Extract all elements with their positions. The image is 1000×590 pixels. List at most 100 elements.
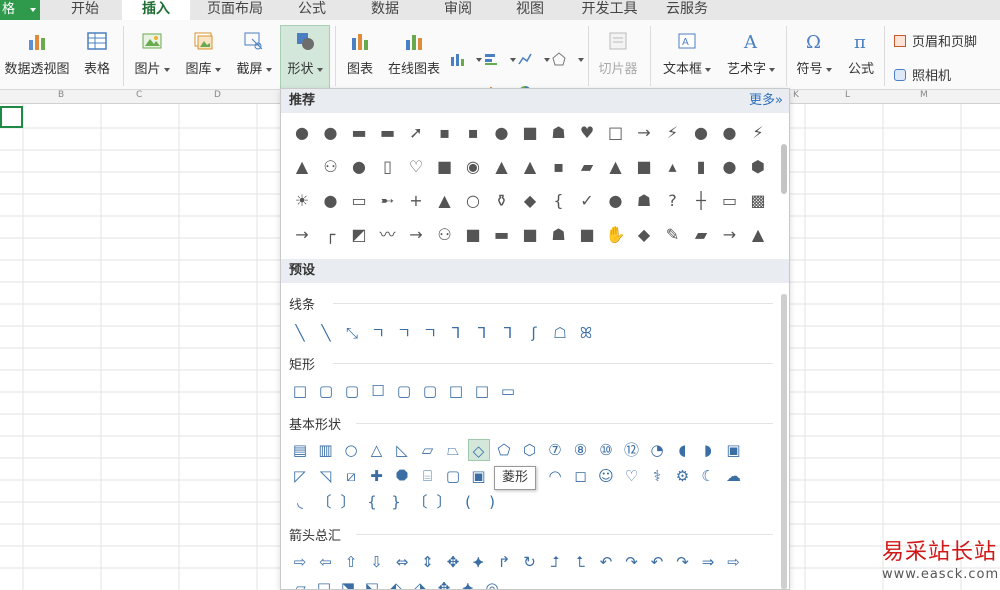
recommended-shape[interactable]: ☗ [548,123,570,143]
preset-shape[interactable]: 〕 [337,491,359,513]
preset-shape[interactable]: 〔 [313,491,335,513]
preset-shape[interactable]: ⇔ [391,551,413,573]
tab-cloud[interactable]: 云服务 [652,0,722,20]
preset-shape[interactable]: ◟ [289,491,311,513]
column-header-l[interactable]: L [845,90,850,100]
preset-shape[interactable]: ⯌ [457,577,479,589]
recommended-shape[interactable]: ● [690,123,712,143]
preset-shape[interactable]: { [361,491,383,513]
recommended-shape[interactable]: ■ [519,225,541,245]
recommended-shape[interactable]: ▲ [491,157,513,177]
preset-shape[interactable]: △ [366,439,388,461]
recommended-shape[interactable]: ▯ [377,157,399,177]
recommended-shape[interactable]: ◩ [348,225,370,245]
recommended-shape[interactable]: ➸ [377,191,399,211]
recommended-shape[interactable]: ▭ [348,191,370,211]
more-link[interactable]: 更多» [749,89,783,113]
preset-shape[interactable]: ⬗ [409,577,431,589]
preset-shape[interactable]: ▢ [419,380,441,402]
recommended-shape[interactable]: ▪ [462,123,484,143]
preset-shape[interactable]: ╲ [289,322,311,344]
diamond-shape-button[interactable]: ◇ [467,439,490,461]
recommended-shape[interactable]: ■ [519,123,541,143]
recommended-shape[interactable]: ▲ [434,191,456,211]
gallery-button[interactable]: 图库 [180,28,226,86]
recommended-shape[interactable]: ▪ [434,123,456,143]
tab-developer[interactable]: 开发工具 [572,0,647,20]
preset-shape[interactable]: ↱ [493,551,515,573]
preset-shape[interactable]: ▣ [468,465,490,487]
recommended-shape[interactable]: ▲ [605,157,627,177]
recommended-shape[interactable]: ● [719,123,741,143]
tab-review[interactable]: 审阅 [428,0,488,20]
symbol-button[interactable]: Ω 符号 [792,28,836,86]
recommended-shape[interactable]: ■ [576,225,598,245]
formula-button[interactable]: π 公式 [842,28,880,86]
recommended-shape[interactable]: 〰 [377,225,399,245]
preset-shape[interactable]: 〕 [433,491,455,513]
preset-shape[interactable]: ʃ [523,322,545,344]
recommended-shape[interactable]: ▲ [747,225,769,245]
recommended-shape[interactable]: ● [320,123,342,143]
preset-shape[interactable]: ⇧ [340,551,362,573]
chart-button[interactable]: 图表 [342,28,378,86]
recommended-shape[interactable]: ■ [462,225,484,245]
preset-shape[interactable]: ↻ [519,551,541,573]
textbox-button[interactable]: A 文本框 [656,28,718,86]
recommended-shape[interactable]: ● [291,123,313,143]
recommended-shape[interactable]: ▬ [348,123,370,143]
preset-shape[interactable]: ☐ [367,380,389,402]
preset-shape[interactable]: ▱ [289,577,311,589]
preset-shape[interactable]: ⬠ [493,439,515,461]
recommended-shape[interactable]: ◉ [462,157,484,177]
preset-shape[interactable]: ◗ [697,439,719,461]
preset-shape[interactable]: ◠ [544,465,566,487]
recommended-shape[interactable]: ○ [462,191,484,211]
recommended-shape[interactable]: ▰ [576,157,598,177]
file-menu-button[interactable]: 格 [0,0,40,20]
recommended-shape[interactable]: ▮ [690,157,712,177]
table-button[interactable]: 表格 [78,28,116,86]
recommended-shape[interactable]: ▩ [747,191,769,211]
preset-shape[interactable]: ⇨ [289,551,311,573]
preset-shape[interactable]: ⬡ [519,439,541,461]
preset-shape[interactable]: ⑩ [595,439,617,461]
shapes-button[interactable]: 形状 [280,25,330,89]
recommended-shape[interactable]: ▪ [548,157,570,177]
recommended-shape[interactable]: ■ [434,157,456,177]
preset-shape[interactable]: ♡ [621,465,643,487]
tab-page-layout[interactable]: 页面布局 [195,0,275,20]
preset-shape[interactable]: ⚕ [646,465,668,487]
recommended-shape[interactable]: ⬢ [747,157,769,177]
recommended-shape[interactable]: ☗ [548,225,570,245]
preset-shape[interactable]: ㄱ [419,322,441,344]
preset-shape[interactable]: ⇨ [723,551,745,573]
preset-shape[interactable]: Ꞁ [471,322,493,344]
column-header-m[interactable]: M [920,90,928,100]
preset-shape[interactable]: ⮤ [570,551,592,573]
recommended-shape[interactable]: ◆ [633,225,655,245]
recommended-shape[interactable]: ┌ [320,225,342,245]
preset-shape[interactable]: ○ [340,439,362,461]
recommended-shape[interactable]: ● [491,123,513,143]
preset-shape[interactable]: ㄱ [393,322,415,344]
preset-shape[interactable]: ⤡ [341,322,363,344]
recommended-shape[interactable]: ● [605,191,627,211]
recommended-shape[interactable]: ⚇ [320,157,342,177]
preset-shape[interactable]: ✥ [442,551,464,573]
preset-shape[interactable]: 〔 [409,491,431,513]
recommended-shape[interactable]: ▬ [491,225,513,245]
preset-shape[interactable]: □ [471,380,493,402]
preset-shape[interactable]: ▢ [341,380,363,402]
recommended-shape[interactable]: ■ [633,157,655,177]
tab-formulas[interactable]: 公式 [282,0,342,20]
recommended-shape[interactable]: ? [662,191,684,211]
recommended-shape[interactable]: □ [605,123,627,143]
recommended-shape[interactable]: → [719,225,741,245]
line-chart-dropdown[interactable] [518,52,552,68]
preset-shape[interactable]: Ꞁ [445,322,467,344]
screenshot-button[interactable]: 截屏 [231,28,277,86]
tab-view[interactable]: 视图 [500,0,560,20]
preset-shape[interactable]: □ [445,380,467,402]
recommended-shape[interactable]: ▭ [719,191,741,211]
